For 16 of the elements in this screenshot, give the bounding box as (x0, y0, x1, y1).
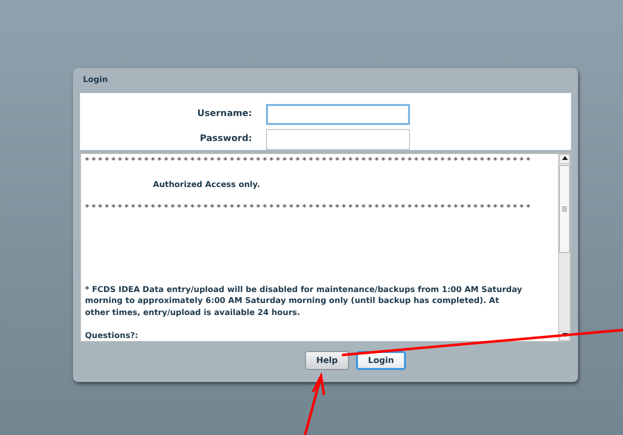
scroll-thumb[interactable] (559, 165, 570, 253)
scroll-up-icon[interactable] (562, 156, 568, 160)
scrollbar[interactable] (558, 154, 570, 341)
message-heading: Authorized Access only. (152, 178, 262, 190)
input-field[interactable] (266, 129, 410, 150)
message-text: Questions?: (85, 330, 140, 341)
annotation-arrow (304, 372, 326, 435)
panel-title: Login (82, 74, 109, 86)
field-label: Password: (198, 132, 253, 146)
input-field[interactable] (266, 104, 410, 125)
asterisk-rule: ******************************************************************** (85, 155, 534, 166)
field-label: Username: (196, 108, 253, 121)
asterisk-rule: ******************************************************************** (85, 202, 534, 214)
login-button[interactable]: Login (356, 351, 406, 370)
message-text: * FCDS IDEA Data entry/upload will be disabled for maintenance/backups from 1:00 AM Saturday morning to approximately 6:00 AM Saturday morning only (until backup has completed). At other times, entry/upload is available 24 hours. (85, 284, 524, 318)
help-button[interactable]: Help (305, 351, 349, 370)
